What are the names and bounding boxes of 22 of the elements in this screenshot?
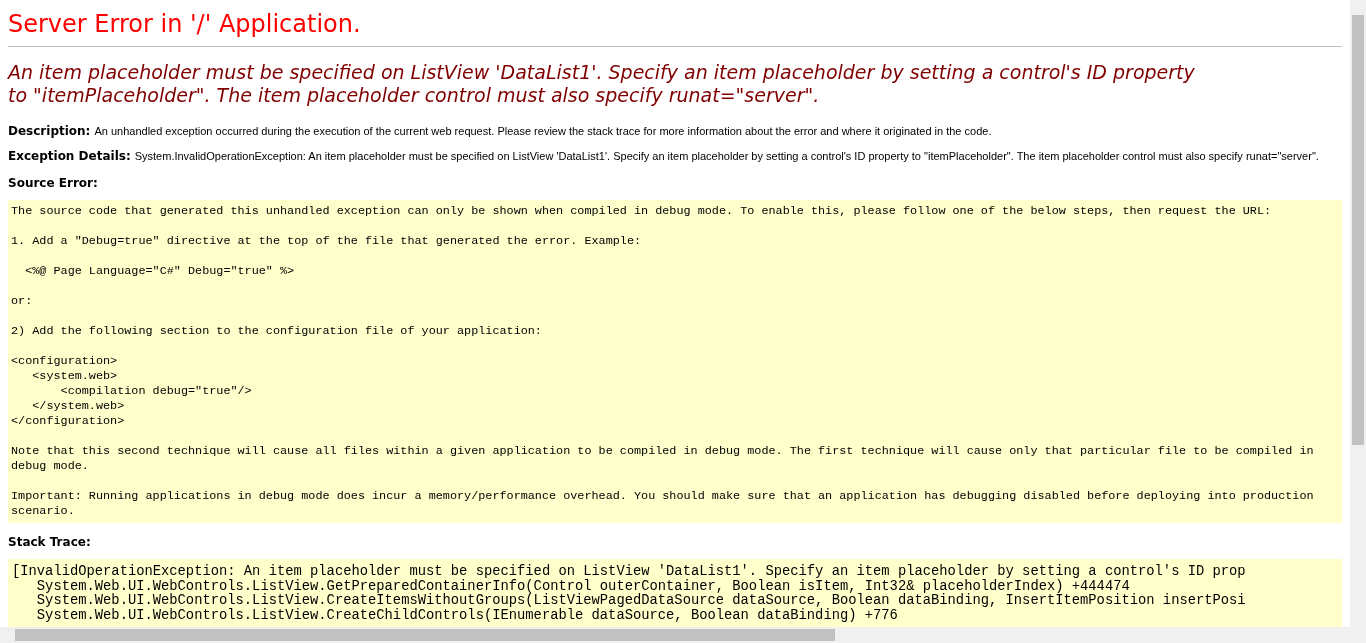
error-message: An item placeholder must be specified on ListView 'DataList1'. Specify an item placeholder by setting a control's ID property to "itemPlaceholder". The item placeholder control must also specify runat="server". (8, 61, 1196, 107)
code-text: Important: Running applications in debug mode does incur a memory/performance overhead. You should make sure that an application has debugging disabled before deploying into production scenario. (11, 489, 1314, 519)
code-text: <%@ Page Language="C#" Debug="true" %> (24, 264, 295, 279)
scrollbar-thumb[interactable] (15, 629, 835, 641)
stack-trace-heading: Stack Trace: (8, 534, 91, 551)
code-text: The source code that generated this unhandled exception can only be shown when compiled in debug mode. To enable this, please follow one of the below steps, then request the URL: (11, 204, 1272, 219)
stack-trace-line: [InvalidOperationException: An item placeholder must be specified on ListView 'DataList1'. Specify an item placeholder by setting a control's ID prop (12, 565, 1246, 579)
stack-trace-line: System.Web.UI.WebControls.ListView.GetPreparedContainerInfo(Control outerContainer, Boolean isItem, Int32& placeholderIndex) +444474 (35, 579, 1130, 594)
stack-trace-line: System.Web.UI.WebControls.ListView.CreateItemsWithoutGroups(ListViewPagedDataSource dataSource, Boolean dataBinding, InsertItemPosition insertPosi (35, 594, 1246, 608)
code-text: <configuration> <system.web> <compilation debug="true"/> </system.web> </configuration> (11, 354, 252, 429)
exception-details-text: Exception Details: System.InvalidOperationException: An item placeholder must be specified on ListView 'DataList1'. Specify an item placeholder by setting a control's ID property to "itemPlaceholder". The item placeholder control must also specify runat="server". (8, 149, 1320, 163)
description-text: Description: An unhandled exception occurred during the execution of the current web request. Please review the stack trace for more information about the error and where it originated in the code. (8, 124, 993, 138)
source-error-heading: Source Error: (8, 175, 98, 192)
scrollbar-thumb[interactable] (1352, 15, 1364, 445)
stack-trace-line: System.Web.UI.WebControls.ListView.CreateChildControls(IEnumerable dataSource, Boolean dataBinding) +776 (35, 608, 898, 623)
code-text: 2) Add the following section to the configuration file of your application: (11, 324, 542, 339)
code-text: or: (11, 294, 33, 309)
horizontal-scrollbar[interactable] (0, 627, 1350, 643)
vertical-scrollbar[interactable] (1350, 0, 1366, 643)
code-text: 1. Add a "Debug=true" directive at the top of the file that generated the error. Example: (11, 234, 642, 249)
code-text: Note that this second technique will cause all files within a given application to be compiled in debug mode. The first technique will cause only that particular file to be compiled in debug mode. (11, 444, 1314, 474)
page-title: Server Error in '/' Application. (8, 9, 361, 40)
